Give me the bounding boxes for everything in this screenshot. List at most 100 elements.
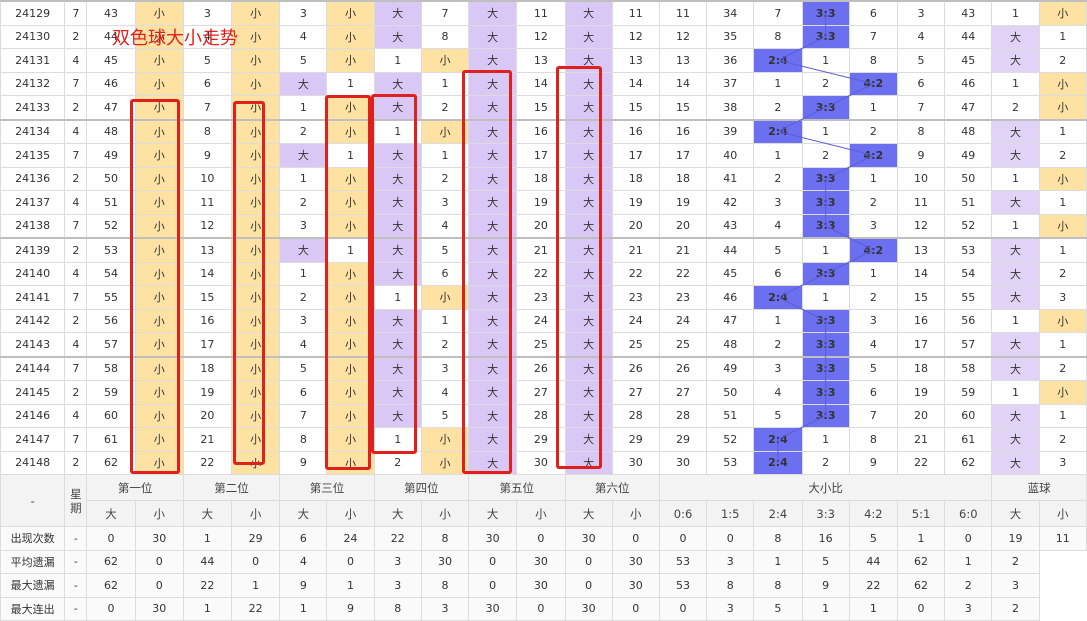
- trend-cell: 4: [896, 24, 946, 49]
- issue-cell: 24133: [0, 95, 66, 120]
- trend-cell: 5: [279, 48, 328, 73]
- stat-label: 最大遗漏: [0, 573, 66, 598]
- trend-cell: 18: [182, 355, 233, 381]
- trend-cell: 15: [611, 95, 660, 120]
- trend-cell: 1: [279, 261, 328, 286]
- trend-cell: 2:4: [753, 48, 803, 73]
- trend-cell: 22: [182, 450, 233, 475]
- trend-cell: 44: [706, 237, 755, 263]
- stat-value: 3: [373, 549, 422, 574]
- stat-value: 16: [801, 526, 850, 551]
- trend-cell: 3:3: [801, 308, 850, 333]
- ratio-subheader: 3:3: [801, 500, 850, 527]
- trend-cell: 8: [279, 427, 328, 452]
- stat-value: 8: [753, 573, 803, 598]
- trend-cell: 11: [658, 0, 708, 26]
- trend-cell: 34: [706, 0, 755, 26]
- trend-cell: 50: [944, 166, 993, 191]
- trend-cell: 3:3: [801, 380, 850, 405]
- trend-cell: 3:3: [801, 403, 850, 428]
- stat-row: 最大遗漏 -62 0 22 1 9 1 3 8 0 30 0 30 53 8 8 9 22 62 2 3: [0, 573, 1087, 598]
- stat-value: 0: [231, 549, 281, 574]
- trend-cell: 15: [658, 95, 708, 120]
- trend-cell: 4: [279, 332, 328, 357]
- trend-cell: 2: [801, 71, 850, 96]
- trend-cell: 19: [658, 190, 708, 215]
- week-cell: 7: [64, 71, 88, 96]
- trend-cell: 51: [944, 190, 993, 215]
- stat-value: 1: [182, 596, 233, 621]
- issue-cell: 24143: [0, 332, 66, 357]
- chart-title: 双色球大小走势: [112, 28, 238, 49]
- issue-cell: 24135: [0, 143, 66, 168]
- trend-cell: 16: [182, 308, 233, 333]
- trend-cell: 小: [326, 48, 375, 73]
- trend-cell: 小: [1038, 0, 1087, 26]
- ratio-subheader: 6:0: [944, 500, 993, 527]
- stat-value: -: [64, 526, 88, 551]
- trend-cell: 58: [944, 355, 993, 381]
- stat-value: 1: [231, 573, 281, 598]
- trend-cell: 27: [658, 380, 708, 405]
- position-header: 第五位: [468, 474, 566, 501]
- trend-cell: 大: [279, 143, 328, 168]
- trend-cell: 53: [944, 237, 993, 263]
- trend-cell: 12: [896, 213, 946, 239]
- blue-ball-header: 蓝球: [991, 474, 1087, 501]
- stat-value: 1: [279, 596, 328, 621]
- trend-cell: 1: [373, 48, 422, 73]
- trend-cell: 3:3: [801, 166, 850, 191]
- trend-cell: 5: [753, 403, 803, 428]
- stat-value: 4: [279, 549, 328, 574]
- trend-cell: 44: [944, 24, 993, 49]
- issue-cell: 24141: [0, 285, 66, 310]
- trend-cell: 26: [611, 355, 660, 381]
- trend-cell: 2: [848, 285, 898, 310]
- stat-value: 3: [706, 549, 755, 574]
- stat-value: 0: [706, 526, 755, 551]
- week-cell: 2: [64, 166, 88, 191]
- stat-value: 62: [896, 573, 946, 598]
- stat-value: 0: [134, 573, 184, 598]
- stat-value: 0: [86, 596, 136, 621]
- trend-cell: 7: [420, 0, 470, 26]
- position-header: 第六位: [564, 474, 660, 501]
- trend-cell: 48: [86, 118, 136, 144]
- trend-cell: 9: [182, 143, 233, 168]
- highlight-box-pos3-small: [325, 95, 371, 470]
- trend-cell: 56: [944, 308, 993, 333]
- trend-cell: 8: [848, 427, 898, 452]
- trend-cell: 20: [896, 403, 946, 428]
- trend-cell: 3: [753, 190, 803, 215]
- trend-cell: 4:2: [848, 237, 898, 263]
- trend-cell: 4:2: [848, 143, 898, 168]
- stat-value: 0: [326, 549, 375, 574]
- stat-value: 5: [801, 549, 850, 574]
- trend-cell: 35: [706, 24, 755, 49]
- stat-value: 5: [848, 526, 898, 551]
- trend-cell: 49: [706, 355, 755, 381]
- position-header: 第二位: [182, 474, 281, 501]
- trend-cell: 50: [706, 380, 755, 405]
- trend-cell: 1: [991, 71, 1040, 96]
- stat-value: 0: [944, 526, 993, 551]
- trend-cell: 3:3: [801, 332, 850, 357]
- trend-cell: 47: [86, 95, 136, 120]
- trend-cell: 13: [182, 237, 233, 263]
- trend-cell: 52: [706, 427, 755, 452]
- trend-cell: 39: [706, 118, 755, 144]
- week-cell: 2: [64, 450, 88, 475]
- big-subheader: 大: [182, 500, 233, 527]
- trend-cell: 20: [611, 213, 660, 239]
- issue-cell: 24144: [0, 355, 66, 381]
- trend-cell: 8: [420, 24, 470, 49]
- trend-cell: 大: [991, 190, 1040, 215]
- trend-cell: 1: [848, 166, 898, 191]
- highlight-box-pos2-small: [233, 101, 265, 465]
- stat-value: 62: [86, 549, 136, 574]
- trend-cell: 17: [611, 143, 660, 168]
- trend-cell: 大: [991, 237, 1040, 263]
- trend-cell: 10: [182, 166, 233, 191]
- trend-cell: 21: [896, 427, 946, 452]
- trend-cell: 29: [611, 427, 660, 452]
